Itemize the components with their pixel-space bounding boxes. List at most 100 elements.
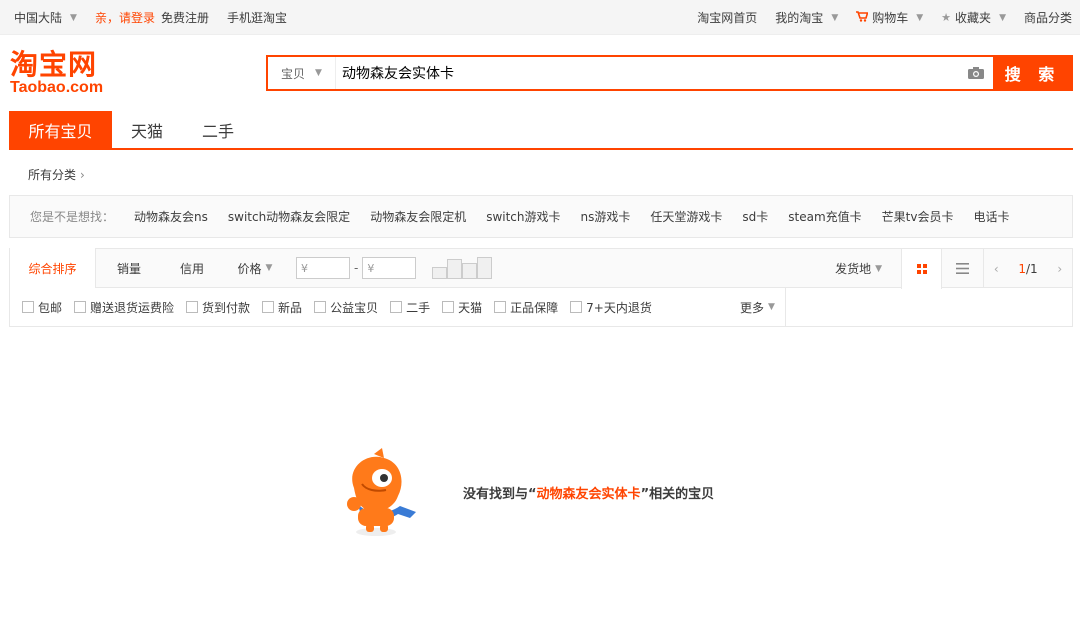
cart-label: 购物车	[872, 11, 909, 25]
list-view-icon[interactable]	[942, 249, 983, 288]
taobao-logo[interactable]: 淘宝网 Taobao.com	[10, 50, 120, 98]
filter-genuine[interactable]: 正品保障	[494, 299, 558, 316]
filter-return-insurance[interactable]: 赠送退货运费险	[74, 299, 174, 316]
taobao-mascot-icon	[336, 448, 420, 538]
all-categories-link[interactable]: 所有分类 ›	[28, 166, 85, 183]
checkbox[interactable]	[186, 301, 199, 313]
filter-checkboxes: 包邮 赠送退货运费险 货到付款 新品 公益宝贝 二手 天猫 正品保障 7+天内退…	[10, 288, 1072, 326]
no-results-prefix: 没有找到与“	[463, 487, 537, 502]
page-indicator: 1/1	[1018, 262, 1037, 276]
sort-default[interactable]: 综合排序	[10, 248, 96, 288]
price-range-dash: -	[354, 261, 359, 275]
filter-label: 包邮	[38, 300, 63, 315]
filter-free-shipping[interactable]: 包邮	[22, 299, 62, 316]
tab-second-hand[interactable]: 二手	[182, 111, 254, 148]
checkbox[interactable]	[314, 301, 327, 313]
related-searches: 您是不是想找： 动物森友会ns switch动物森友会限定 动物森友会限定机 s…	[9, 195, 1073, 238]
ship-from-dropdown[interactable]: 发货地 ▼	[835, 249, 882, 288]
checkbox[interactable]	[262, 301, 275, 313]
filter-7day-return[interactable]: 7+天内退货	[570, 299, 652, 316]
suggestion-item[interactable]: switch动物森友会限定	[228, 208, 350, 225]
filter-label: 7+天内退货	[586, 300, 652, 315]
categories-label: 商品分类	[1023, 11, 1072, 25]
suggestion-item[interactable]: switch游戏卡	[486, 208, 560, 225]
suggestion-item[interactable]: 动物森友会ns	[134, 208, 208, 225]
chevron-down-icon: ▼	[831, 12, 839, 23]
tab-tmall[interactable]: 天猫	[112, 111, 182, 148]
pager: ‹ 1/1 ›	[983, 249, 1072, 288]
cart-icon	[856, 10, 869, 25]
price-bar	[462, 263, 478, 279]
checkbox[interactable]	[494, 301, 507, 313]
ship-from-label: 发货地	[835, 262, 872, 276]
mobile-label: 手机逛淘宝	[226, 11, 287, 25]
filter-label: 货到付款	[202, 300, 251, 315]
grid-view-icon[interactable]	[901, 249, 942, 289]
chevron-down-icon: ▼	[265, 263, 273, 273]
filter-charity[interactable]: 公益宝贝	[314, 299, 378, 316]
more-filters-button[interactable]: 更多 ▼	[740, 288, 786, 326]
checkbox[interactable]	[22, 301, 34, 313]
suggestion-item[interactable]: 任天堂游戏卡	[650, 208, 722, 225]
search-button[interactable]: 搜 索	[993, 56, 1072, 90]
filter-tmall[interactable]: 天猫	[442, 299, 482, 316]
site-nav-bar: 中国大陆 ▼ 亲，请登录 免费注册 手机逛淘宝 淘宝网首页 我的淘宝 ▼ 购物车…	[0, 0, 1080, 35]
page-total: 1	[1030, 261, 1038, 276]
suggestion-item[interactable]: 动物森友会限定机	[370, 208, 466, 225]
chevron-down-icon: ▼	[70, 12, 77, 23]
cart-menu[interactable]: 购物车 ▼	[856, 9, 923, 26]
chevron-down-icon: ▼	[768, 302, 775, 312]
favorites-menu[interactable]: ★ 收藏夹 ▼	[941, 9, 1006, 26]
filter-label: 公益宝贝	[330, 300, 379, 315]
category-label: 所有分类	[28, 168, 77, 182]
categories-link[interactable]: 商品分类	[1024, 9, 1072, 26]
price-max-input[interactable]: ¥	[362, 257, 417, 279]
next-page-icon[interactable]: ›	[1057, 262, 1062, 276]
suggestion-item[interactable]: 电话卡	[973, 208, 1009, 225]
chevron-right-icon: ›	[80, 167, 85, 182]
no-results-keyword: 动物森友会实体卡	[536, 487, 641, 502]
checkbox[interactable]	[74, 301, 87, 313]
filter-label: 赠送退货运费险	[90, 300, 175, 315]
taobao-home-link[interactable]: 淘宝网首页	[697, 9, 757, 26]
checkbox[interactable]	[442, 301, 455, 313]
no-results-suffix: ”相关的宝贝	[640, 487, 715, 502]
price-bar	[432, 267, 448, 279]
home-label: 淘宝网首页	[697, 11, 758, 25]
checkbox[interactable]	[390, 301, 403, 313]
chevron-down-icon: ▼	[999, 12, 1006, 23]
sort-price[interactable]: 价格 ▼	[222, 249, 288, 288]
sort-credit[interactable]: 信用	[162, 249, 222, 288]
price-range: ¥ - ¥	[296, 257, 417, 279]
chevron-down-icon: ▼	[315, 68, 322, 78]
suggestion-item[interactable]: 芒果tv会员卡	[882, 208, 954, 225]
region-selector[interactable]: 中国大陆 ▼	[14, 9, 77, 26]
suggestion-item[interactable]: steam充值卡	[788, 208, 861, 225]
mobile-taobao-link[interactable]: 手机逛淘宝	[227, 9, 287, 26]
login-label: 亲，请登录	[94, 11, 155, 25]
checkbox[interactable]	[570, 301, 583, 313]
my-taobao-label: 我的淘宝	[775, 11, 824, 25]
suggestion-item[interactable]: ns游戏卡	[581, 208, 631, 225]
price-bar	[447, 259, 463, 279]
logo-en-text: Taobao.com	[10, 79, 104, 96]
filter-second-hand[interactable]: 二手	[390, 299, 430, 316]
price-distribution-icon[interactable]	[432, 257, 493, 279]
my-taobao-menu[interactable]: 我的淘宝 ▼	[775, 9, 838, 26]
register-label: 免费注册	[160, 11, 209, 25]
camera-icon[interactable]	[959, 57, 993, 89]
filter-cash-on-delivery[interactable]: 货到付款	[186, 299, 250, 316]
prev-page-icon[interactable]: ‹	[994, 262, 999, 276]
sort-sales[interactable]: 销量	[96, 249, 162, 288]
filter-new[interactable]: 新品	[262, 299, 302, 316]
suggestion-item[interactable]: sd卡	[742, 208, 768, 225]
tab-all-items[interactable]: 所有宝贝	[9, 111, 112, 148]
register-link[interactable]: 免费注册	[161, 9, 209, 26]
price-min-input[interactable]: ¥	[296, 257, 350, 279]
page-current: 1	[1018, 261, 1026, 276]
filter-label: 正品保障	[510, 300, 559, 315]
search-scope-dropdown[interactable]: 宝贝 ▼	[268, 57, 336, 89]
login-link[interactable]: 亲，请登录	[95, 9, 155, 26]
search-input[interactable]	[336, 57, 959, 89]
region-label: 中国大陆	[14, 11, 63, 25]
